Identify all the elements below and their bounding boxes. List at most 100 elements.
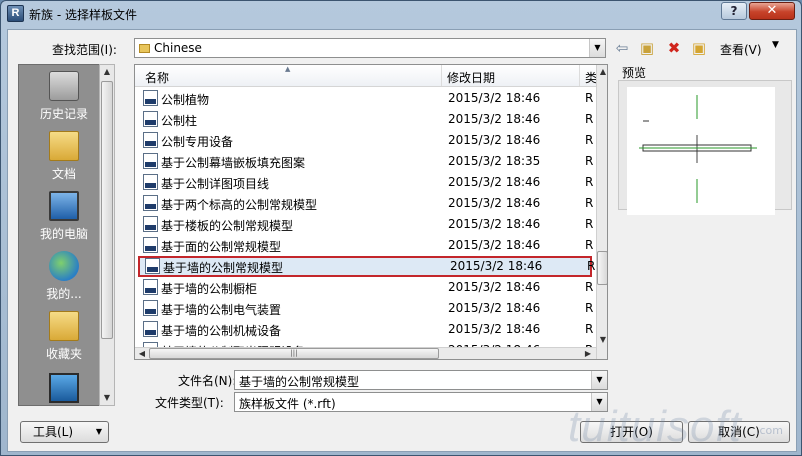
file-name: 公制柱	[161, 114, 198, 128]
table-row[interactable]: 基于面的公制常规模型 2015/3/2 18:46 R	[135, 235, 595, 256]
table-row[interactable]: 基于公制幕墙嵌板填充图案 2015/3/2 18:35 R	[135, 151, 595, 172]
window-title: 新族 - 选择样板文件	[29, 8, 137, 22]
vscroll-thumb[interactable]	[597, 251, 607, 285]
rft-file-icon	[143, 300, 158, 316]
column-header-name[interactable]: 名称	[145, 69, 169, 86]
hscroll-thumb[interactable]: |||	[149, 348, 439, 359]
place-label: 我的...	[46, 287, 82, 301]
up-folder-icon[interactable]: ▣	[637, 39, 657, 57]
file-name: 基于两个标高的公制常规模型	[161, 198, 318, 212]
file-type: R	[585, 91, 594, 105]
places-bar: 历史记录 文档 我的电脑 我的... 收藏夹	[18, 64, 108, 406]
place-network[interactable]: 我的...	[19, 251, 109, 302]
place-label: 我的电脑	[39, 227, 88, 241]
file-name: 基于公制幕墙嵌板填充图案	[161, 156, 306, 170]
tools-button[interactable]: 工具(L) ▼	[20, 421, 109, 443]
filename-value[interactable]: 基于墙的公制常规模型	[239, 373, 359, 390]
scroll-down-icon[interactable]: ▼	[596, 333, 607, 347]
delete-icon[interactable]: ✖	[664, 39, 684, 57]
file-date: 2015/3/2 18:46	[450, 259, 543, 273]
file-name: 基于墙的公制橱柜	[161, 282, 258, 296]
scroll-up-icon[interactable]: ▲	[596, 65, 607, 79]
file-type: R	[585, 133, 594, 147]
lookin-label: 查找范围(I):	[52, 43, 117, 57]
new-folder-icon[interactable]: ▣	[689, 39, 709, 57]
chevron-down-icon[interactable]: ▼	[591, 371, 607, 389]
file-date: 2015/3/2 18:46	[448, 280, 541, 294]
table-row[interactable]: 基于墙的公制橱柜 2015/3/2 18:46 R	[135, 277, 595, 298]
file-date: 2015/3/2 18:46	[448, 91, 541, 105]
file-type: R	[585, 154, 594, 168]
file-date: 2015/3/2 18:46	[448, 133, 541, 147]
open-button[interactable]: 打开(O)	[580, 421, 683, 443]
rft-file-icon	[143, 132, 158, 148]
file-name: 公制植物	[161, 93, 210, 107]
file-type: R	[585, 112, 594, 126]
preview-pane	[618, 80, 792, 215]
table-row[interactable]: 公制柱 2015/3/2 18:46 R	[135, 109, 595, 130]
back-arrow-icon[interactable]: ⇦	[612, 39, 632, 57]
places-scroll-thumb[interactable]	[101, 81, 113, 339]
filetype-label: 文件类型(T):	[155, 396, 224, 410]
file-name: 基于楼板的公制常规模型	[161, 219, 294, 233]
places-scrollbar[interactable]: ▲ ▼	[99, 64, 115, 406]
table-row[interactable]: 基于墙的公制电气装置 2015/3/2 18:46 R	[135, 298, 595, 319]
dialog-client-area: 查找范围(I): Chinese ▼ ⇦ ▣ ✖ ▣ 查看(V) ▼ 历史记录 …	[7, 29, 797, 452]
column-divider[interactable]	[579, 65, 580, 86]
place-desktop[interactable]	[19, 373, 109, 405]
file-name: 基于墙的公制电气装置	[161, 303, 282, 317]
table-row[interactable]: 基于墙的公制机械设备 2015/3/2 18:46 R	[135, 319, 595, 340]
tools-button-label: 工具(L)	[33, 425, 74, 439]
place-history[interactable]: 历史记录	[19, 71, 109, 122]
filename-combobox[interactable]: 基于墙的公制常规模型 ▼	[234, 370, 608, 390]
place-my-computer[interactable]: 我的电脑	[19, 191, 109, 242]
table-row[interactable]: 公制植物 2015/3/2 18:46 R	[135, 88, 595, 109]
place-documents[interactable]: 文档	[19, 131, 109, 182]
chevron-down-icon[interactable]: ▼	[589, 39, 605, 57]
scroll-left-icon[interactable]: ◀	[135, 347, 149, 359]
scroll-down-icon[interactable]: ▼	[100, 391, 114, 405]
scroll-right-icon[interactable]: ▶	[581, 347, 595, 359]
rft-file-icon	[143, 279, 158, 295]
dialog-window: R 新族 - 选择样板文件 ? ✕ 查找范围(I): Chinese ▼ ⇦ ▣…	[0, 0, 802, 456]
view-menu-label[interactable]: 查看(V)	[720, 41, 762, 58]
my-computer-icon	[49, 191, 79, 221]
file-date: 2015/3/2 18:46	[448, 238, 541, 252]
preview-image	[627, 87, 775, 215]
table-row[interactable]: 基于楼板的公制常规模型 2015/3/2 18:46 R	[135, 214, 595, 235]
rft-file-icon	[143, 216, 158, 232]
file-type: R	[585, 217, 594, 231]
view-dropdown-icon[interactable]: ▼	[772, 40, 779, 50]
file-list-hscrollbar[interactable]: ◀ ||| ▶	[135, 347, 596, 359]
file-date: 2015/3/2 18:46	[448, 175, 541, 189]
history-icon	[49, 71, 79, 101]
column-header-date[interactable]: 修改日期	[447, 69, 495, 86]
file-name: 公制专用设备	[161, 135, 234, 149]
chevron-down-icon: ▼	[95, 427, 102, 436]
rft-file-icon	[143, 90, 158, 106]
file-list-vscrollbar[interactable]: ▲ ▼	[596, 65, 607, 359]
file-name: 基于墙的公制常规模型	[163, 261, 284, 275]
desktop-icon	[49, 373, 79, 403]
filetype-value[interactable]: 族样板文件 (*.rft)	[239, 395, 336, 412]
file-type: R	[585, 322, 594, 336]
file-type: R	[585, 238, 594, 252]
rft-file-icon	[143, 195, 158, 211]
revit-app-icon: R	[7, 5, 24, 22]
table-row[interactable]: 基于公制详图项目线 2015/3/2 18:46 R	[135, 172, 595, 193]
lookin-combobox[interactable]: Chinese ▼	[134, 38, 606, 58]
table-row[interactable]: 基于两个标高的公制常规模型 2015/3/2 18:46 R	[135, 193, 595, 214]
table-row[interactable]: 公制专用设备 2015/3/2 18:46 R	[135, 130, 595, 151]
place-favorites[interactable]: 收藏夹	[19, 311, 109, 362]
column-divider[interactable]	[441, 65, 442, 86]
chevron-down-icon[interactable]: ▼	[591, 393, 607, 411]
close-button[interactable]: ✕	[749, 2, 795, 20]
cancel-button[interactable]: 取消(C)	[688, 421, 790, 443]
scroll-up-icon[interactable]: ▲	[100, 65, 114, 79]
table-row-selected[interactable]: 基于墙的公制常规模型 2015/3/2 18:46 R	[138, 256, 595, 277]
place-label: 收藏夹	[45, 347, 82, 361]
file-list[interactable]: ▲ 名称 修改日期 类 公制植物 2015/3/2 18:46 R 公制柱 2015/3…	[134, 64, 608, 360]
title-bar[interactable]: R 新族 - 选择样板文件 ? ✕	[1, 1, 801, 28]
help-button[interactable]: ?	[721, 2, 747, 20]
filetype-combobox[interactable]: 族样板文件 (*.rft) ▼	[234, 392, 608, 412]
